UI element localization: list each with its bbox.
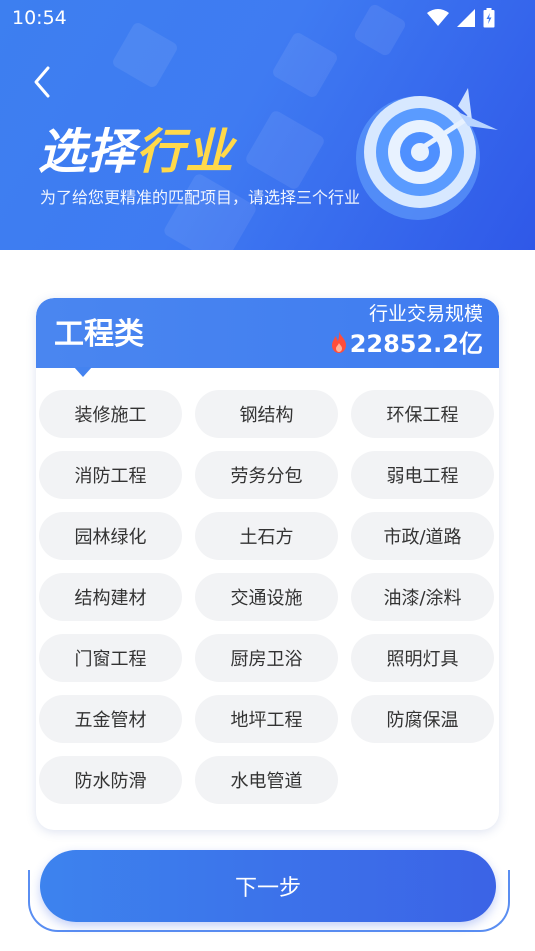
decor-hexagon xyxy=(270,30,340,100)
industry-tag[interactable]: 门窗工程 xyxy=(39,634,182,682)
industry-tag[interactable]: 油漆/涂料 xyxy=(351,573,494,621)
page-subtitle: 为了给您更精准的匹配项目，请选择三个行业 xyxy=(40,188,361,207)
industry-tag[interactable]: 地坪工程 xyxy=(195,695,338,743)
industry-tag[interactable]: 钢结构 xyxy=(195,390,338,438)
industry-tag[interactable]: 照明灯具 xyxy=(351,634,494,682)
status-time: 10:54 xyxy=(12,7,67,29)
industry-tag[interactable]: 交通设施 xyxy=(195,573,338,621)
decor-hexagon xyxy=(244,109,326,191)
industry-tag[interactable]: 园林绿化 xyxy=(39,512,182,560)
back-arrow-icon xyxy=(34,66,50,98)
industry-tag[interactable]: 环保工程 xyxy=(351,390,494,438)
industry-tag[interactable]: 消防工程 xyxy=(39,451,182,499)
wifi-icon xyxy=(427,9,449,26)
scale-value: 22852.2亿 xyxy=(349,330,483,358)
target-icon xyxy=(356,88,498,220)
status-bar: 10:54 xyxy=(0,0,535,38)
next-step-button[interactable]: 下一步 xyxy=(40,850,496,922)
fire-icon xyxy=(331,330,346,353)
signal-icon xyxy=(457,9,475,27)
industry-tag[interactable]: 土石方 xyxy=(195,512,338,560)
industry-tag[interactable]: 水电管道 xyxy=(195,756,338,804)
scale-label: 行业交易规模 xyxy=(368,303,483,325)
industry-tag[interactable]: 结构建材 xyxy=(39,573,182,621)
battery-icon xyxy=(483,8,495,28)
back-button[interactable] xyxy=(30,62,60,102)
industry-tag[interactable]: 装修施工 xyxy=(39,390,182,438)
status-icons xyxy=(427,8,495,28)
page-title: 选择行业 xyxy=(38,112,234,182)
industry-tag[interactable]: 防腐保温 xyxy=(351,695,494,743)
industry-tag[interactable]: 弱电工程 xyxy=(351,451,494,499)
page-title-part1: 选择 xyxy=(38,124,137,180)
industry-tag[interactable]: 防水防滑 xyxy=(39,756,182,804)
industry-tag[interactable]: 厨房卫浴 xyxy=(195,634,338,682)
industry-tag[interactable]: 五金管材 xyxy=(39,695,182,743)
category-card: 工程类 行业交易规模 22852.2亿 装修施工 钢结构 环保工程消防工程 劳务分包弱… xyxy=(36,298,499,830)
header-banner: 10:54 选择行业 为了给您更精准的匹配项目，请选择三个行业 xyxy=(0,0,535,250)
card-pointer xyxy=(74,367,92,377)
category-header: 工程类 行业交易规模 22852.2亿 xyxy=(36,298,499,368)
page-title-part2: 行业 xyxy=(136,124,235,180)
category-title: 工程类 xyxy=(54,317,144,352)
scale-row: 22852.2亿 xyxy=(330,324,483,359)
industry-tag[interactable]: 市政/道路 xyxy=(351,512,494,560)
industry-tag[interactable]: 劳务分包 xyxy=(195,451,338,499)
